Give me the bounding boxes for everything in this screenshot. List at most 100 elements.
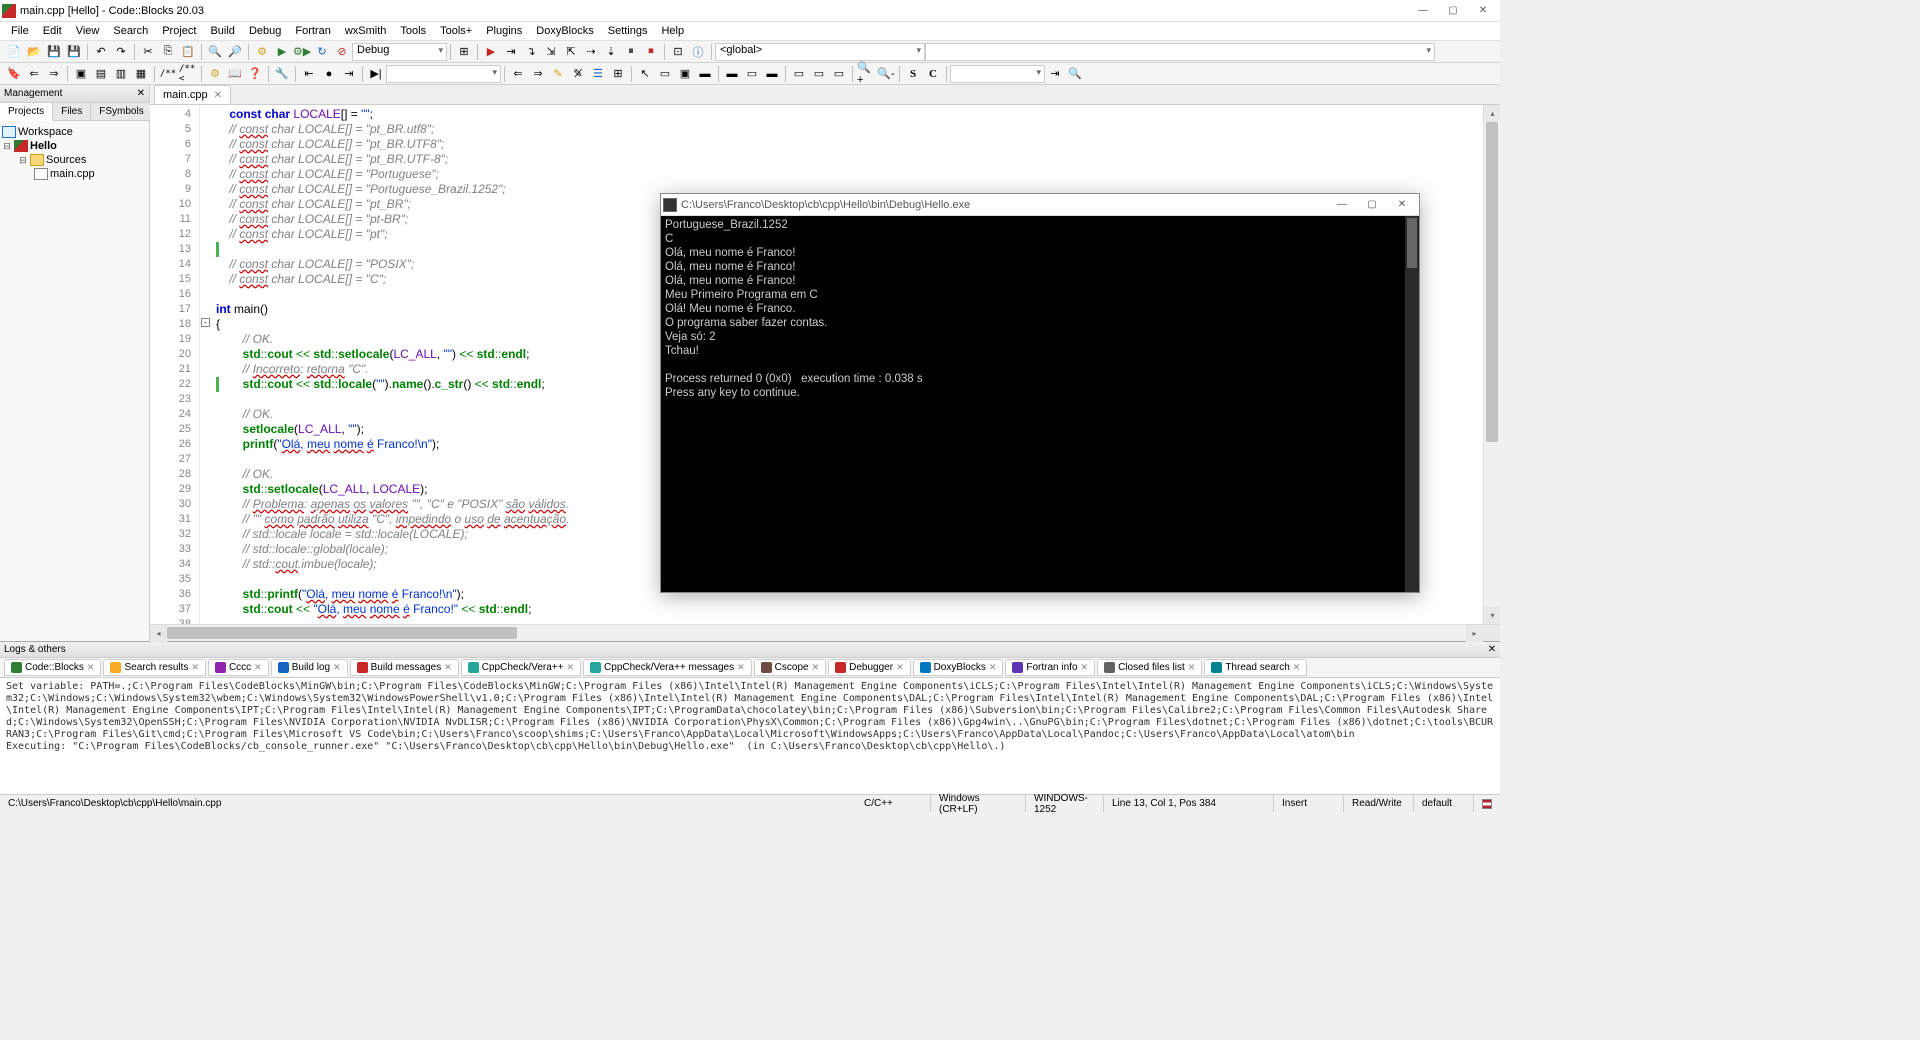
menu-help[interactable]: Help <box>654 23 691 39</box>
abort-icon[interactable]: ⊘ <box>333 43 351 61</box>
tree-project[interactable]: ⊟ Hello <box>2 139 147 153</box>
script-run-icon[interactable]: ▣ <box>72 65 90 83</box>
debug-run-icon[interactable]: ▶ <box>482 43 500 61</box>
log-tab-close-icon[interactable]: ✕ <box>254 662 262 673</box>
hl-prev-icon[interactable]: ⇐ <box>509 65 527 83</box>
mgmt-tab-fsymbols[interactable]: FSymbols <box>91 103 152 120</box>
symbol-combo[interactable] <box>925 43 1435 61</box>
paste-icon[interactable]: 📋 <box>179 43 197 61</box>
log-tab-cscope[interactable]: Cscope✕ <box>754 659 826 676</box>
build-log-content[interactable]: Set variable: PATH=.;C:\Program Files\Co… <box>0 678 1500 794</box>
log-tab-cccc[interactable]: Cccc✕ <box>208 659 269 676</box>
save-all-icon[interactable]: 💾 <box>65 43 83 61</box>
menu-fortran[interactable]: Fortran <box>288 23 337 39</box>
fmt-3-icon[interactable]: ▬ <box>763 65 781 83</box>
mgmt-tab-projects[interactable]: Projects <box>0 103 53 121</box>
lang-flag-icon[interactable] <box>1482 799 1492 809</box>
doxy-html-icon[interactable]: 📖 <box>226 65 244 83</box>
next-bookmark-icon[interactable]: ⇒ <box>45 65 63 83</box>
console-output[interactable]: Portuguese_Brazil.1252 C Olá, meu nome é… <box>661 216 1419 592</box>
menu-project[interactable]: Project <box>155 23 203 39</box>
doxy-run-icon[interactable]: ⚙ <box>206 65 224 83</box>
debug-windows-icon[interactable]: ⊡ <box>669 43 687 61</box>
jump-back-icon[interactable]: ⇤ <box>300 65 318 83</box>
menu-doxyblocks[interactable]: DoxyBlocks <box>529 23 600 39</box>
tree-file-main[interactable]: main.cpp <box>2 167 147 181</box>
menu-search[interactable]: Search <box>106 23 155 39</box>
log-tab-thread-search[interactable]: Thread search✕ <box>1204 659 1307 676</box>
step-out-icon[interactable]: ⇱ <box>562 43 580 61</box>
prev-bookmark-icon[interactable]: ⇐ <box>25 65 43 83</box>
close-tab-icon[interactable]: ✕ <box>214 90 222 101</box>
source-C-icon[interactable]: C <box>924 65 942 83</box>
logs-close-icon[interactable]: ✕ <box>1488 644 1496 655</box>
editor-scrollbar-vertical[interactable]: ▴ ▾ <box>1483 105 1500 624</box>
log-tab-close-icon[interactable]: ✕ <box>1188 662 1196 673</box>
scope-combo[interactable]: <global> <box>715 43 925 61</box>
console-window[interactable]: C:\Users\Franco\Desktop\cb\cpp\Hello\bin… <box>660 193 1420 593</box>
log-tab-debugger[interactable]: Debugger✕ <box>828 659 910 676</box>
menu-build[interactable]: Build <box>203 23 241 39</box>
run-icon[interactable]: ▶ <box>273 43 291 61</box>
next-line-icon[interactable]: ↴ <box>522 43 540 61</box>
console-scrollbar[interactable] <box>1405 216 1419 592</box>
window-minimize-button[interactable]: — <box>1408 2 1438 20</box>
info-icon[interactable]: ⓘ <box>689 43 707 61</box>
copy-icon[interactable]: ⎘ <box>159 43 177 61</box>
log-tab-close-icon[interactable]: ✕ <box>191 662 199 673</box>
hl-marker-icon[interactable]: ✎ <box>549 65 567 83</box>
fmt-2-icon[interactable]: ▭ <box>743 65 761 83</box>
console-close-button[interactable]: ✕ <box>1387 196 1417 214</box>
log-tab-fortran-info[interactable]: Fortran info✕ <box>1005 659 1095 676</box>
log-tab-close-icon[interactable]: ✕ <box>566 662 574 673</box>
fmt-6-icon[interactable]: ▭ <box>830 65 848 83</box>
menu-wxsmith[interactable]: wxSmith <box>338 23 394 39</box>
script-icon-3[interactable]: ▥ <box>112 65 130 83</box>
fold-column[interactable]: - <box>200 105 212 624</box>
project-tree[interactable]: Workspace ⊟ Hello ⊟ Sources main.cpp <box>0 121 149 185</box>
script-icon-2[interactable]: ▤ <box>92 65 110 83</box>
log-tab-code-blocks[interactable]: Code::Blocks✕ <box>4 659 101 676</box>
new-file-icon[interactable]: 📄 <box>5 43 23 61</box>
redo-icon[interactable]: ↷ <box>112 43 130 61</box>
log-tab-build-messages[interactable]: Build messages✕ <box>350 659 459 676</box>
doxy-config-icon[interactable]: 🔧 <box>273 65 291 83</box>
jump-fwd-icon[interactable]: ⇥ <box>340 65 358 83</box>
stop-debug-icon[interactable]: ⏹ <box>642 43 660 61</box>
select-icon[interactable]: ↖ <box>636 65 654 83</box>
sel-block-icon[interactable]: ▭ <box>656 65 674 83</box>
cut-icon[interactable]: ✂ <box>139 43 157 61</box>
log-tab-close-icon[interactable]: ✕ <box>444 662 452 673</box>
step-instr-icon[interactable]: ⇣ <box>602 43 620 61</box>
jump-here-icon[interactable]: ● <box>320 65 338 83</box>
log-tab-doxyblocks[interactable]: DoxyBlocks✕ <box>913 659 1004 676</box>
menu-tools[interactable]: Tools <box>393 23 433 39</box>
log-tab-close-icon[interactable]: ✕ <box>1081 662 1089 673</box>
fold-marker-icon[interactable]: - <box>201 318 210 327</box>
open-file-icon[interactable]: 📂 <box>25 43 43 61</box>
sel-line-icon[interactable]: ▬ <box>696 65 714 83</box>
build-icon[interactable]: ⚙ <box>253 43 271 61</box>
script-icon-4[interactable]: ▦ <box>132 65 150 83</box>
run-to-cursor-icon[interactable]: ⇥ <box>502 43 520 61</box>
hl-settings-icon[interactable]: ☰ <box>589 65 607 83</box>
log-tab-close-icon[interactable]: ✕ <box>737 662 745 673</box>
sel-toggle-icon[interactable]: ▣ <box>676 65 694 83</box>
log-tab-close-icon[interactable]: ✕ <box>333 662 341 673</box>
log-tab-closed-files-list[interactable]: Closed files list✕ <box>1097 659 1202 676</box>
rebuild-icon[interactable]: ↻ <box>313 43 331 61</box>
fmt-5-icon[interactable]: ▭ <box>810 65 828 83</box>
menu-edit[interactable]: Edit <box>36 23 69 39</box>
toggle-bookmark-icon[interactable]: 🔖 <box>5 65 23 83</box>
fortran-combo[interactable] <box>950 65 1045 83</box>
fmt-1-icon[interactable]: ▬ <box>723 65 741 83</box>
build-target-combo[interactable]: Debug <box>352 43 447 61</box>
source-S-icon[interactable]: S <box>904 65 922 83</box>
window-close-button[interactable]: ✕ <box>1468 2 1498 20</box>
window-maximize-button[interactable]: ▢ <box>1438 2 1468 20</box>
tree-sources[interactable]: ⊟ Sources <box>2 153 147 167</box>
hl-next-icon[interactable]: ⇒ <box>529 65 547 83</box>
menu-file[interactable]: File <box>4 23 36 39</box>
fortran-help-icon[interactable]: 🔍 <box>1066 65 1084 83</box>
tree-workspace[interactable]: Workspace <box>2 125 147 139</box>
